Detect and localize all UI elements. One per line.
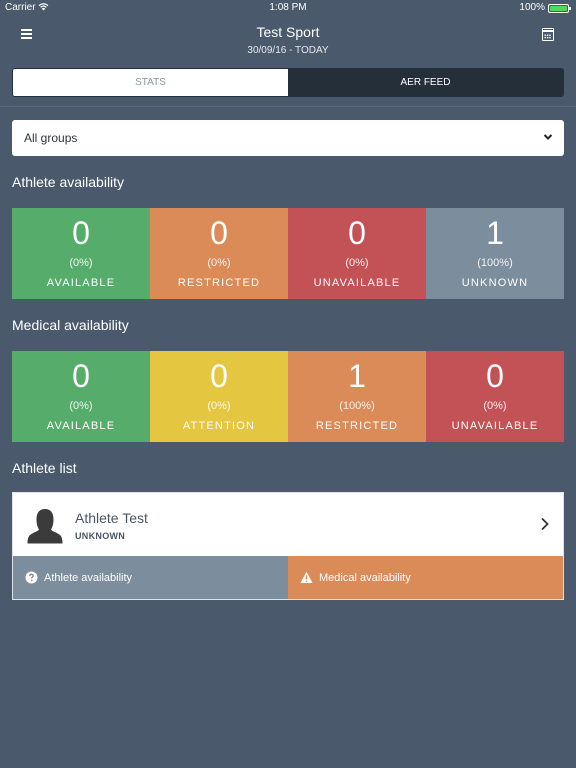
divider <box>0 106 576 107</box>
medical-availability-tiles: 0 (0%) AVAILABLE 0 (0%) ATTENTION 1 (100… <box>12 351 564 442</box>
tile-count: 0 <box>72 358 90 394</box>
person-silhouette-icon <box>27 509 63 544</box>
athlete-availability-bar: Athlete availability Medical availabilit… <box>13 556 563 599</box>
tile-label: ATTENTION <box>182 420 256 432</box>
tile-count: 0 <box>210 358 228 394</box>
medical-available-tile[interactable]: 0 (0%) AVAILABLE <box>12 351 150 442</box>
tile-label: RESTRICTED <box>315 420 399 432</box>
athlete-available-tile[interactable]: 0 (0%) AVAILABLE <box>12 208 150 299</box>
athlete-card: Athlete Test UNKNOWN Athlete availabilit… <box>12 492 564 600</box>
tile-percentage: (0%) <box>207 400 231 412</box>
status-bar: Carrier 1:08 PM 100% <box>0 0 576 16</box>
tile-percentage: (0%) <box>69 257 93 269</box>
tile-percentage: (0%) <box>345 257 369 269</box>
tile-label: UNKNOWN <box>461 277 529 289</box>
athlete-availability-heading: Athlete availability <box>12 174 125 190</box>
battery-percentage: 100% <box>519 2 545 13</box>
tile-percentage: (100%) <box>339 400 375 412</box>
athlete-unknown-tile[interactable]: 1 (100%) UNKNOWN <box>426 208 564 299</box>
question-circle-icon <box>25 571 38 584</box>
tile-label: RESTRICTED <box>177 277 261 289</box>
tile-label: UNAVAILABLE <box>313 277 401 289</box>
tile-count: 0 <box>210 215 228 251</box>
athlete-unavailable-tile[interactable]: 0 (0%) UNAVAILABLE <box>288 208 426 299</box>
medical-availability-cell[interactable]: Medical availability <box>288 556 563 599</box>
medical-attention-tile[interactable]: 0 (0%) ATTENTION <box>150 351 288 442</box>
athlete-list-heading: Athlete list <box>12 460 77 476</box>
date-range[interactable]: 30/09/16 - TODAY <box>0 45 576 56</box>
warning-triangle-icon <box>300 571 313 583</box>
tile-percentage: (0%) <box>69 400 93 412</box>
tile-count: 1 <box>486 215 504 251</box>
calendar-icon[interactable] <box>542 28 554 41</box>
athlete-row[interactable]: Athlete Test UNKNOWN <box>13 493 563 556</box>
page-title: Test Sport <box>256 24 320 40</box>
medical-availability-label: Medical availability <box>319 571 411 584</box>
tile-label: AVAILABLE <box>46 420 116 432</box>
medical-availability-heading: Medical availability <box>12 317 129 333</box>
group-select-value: All groups <box>24 131 78 145</box>
chevron-down-icon <box>543 134 553 140</box>
medical-restricted-tile[interactable]: 1 (100%) RESTRICTED <box>288 351 426 442</box>
tile-count: 1 <box>348 358 366 394</box>
clock: 1:08 PM <box>269 2 307 13</box>
athlete-name: Athlete Test <box>75 510 148 526</box>
athlete-restricted-tile[interactable]: 0 (0%) RESTRICTED <box>150 208 288 299</box>
athlete-availability-tiles: 0 (0%) AVAILABLE 0 (0%) RESTRICTED 0 (0%… <box>12 208 564 299</box>
battery-icon <box>548 4 571 13</box>
medical-unavailable-tile[interactable]: 0 (0%) UNAVAILABLE <box>426 351 564 442</box>
group-select[interactable]: All groups <box>12 120 564 156</box>
tab-aer-feed[interactable]: AER FEED <box>288 69 563 96</box>
tile-count: 0 <box>72 215 90 251</box>
tile-percentage: (0%) <box>483 400 507 412</box>
chevron-right-icon <box>541 517 549 531</box>
tile-percentage: (100%) <box>477 257 513 269</box>
header: Test Sport 30/09/16 - TODAY <box>0 16 576 60</box>
tile-count: 0 <box>348 215 366 251</box>
tab-stats[interactable]: STATS <box>13 69 288 96</box>
tile-count: 0 <box>486 358 504 394</box>
athlete-availability-cell[interactable]: Athlete availability <box>13 556 288 599</box>
athlete-availability-label: Athlete availability <box>44 571 133 584</box>
header-title-block: Test Sport 30/09/16 - TODAY <box>0 24 576 56</box>
tile-label: AVAILABLE <box>46 277 116 289</box>
segmented-tabs: STATS AER FEED <box>12 68 564 97</box>
tile-label: UNAVAILABLE <box>451 420 539 432</box>
tile-percentage: (0%) <box>207 257 231 269</box>
athlete-status: UNKNOWN <box>75 531 126 541</box>
